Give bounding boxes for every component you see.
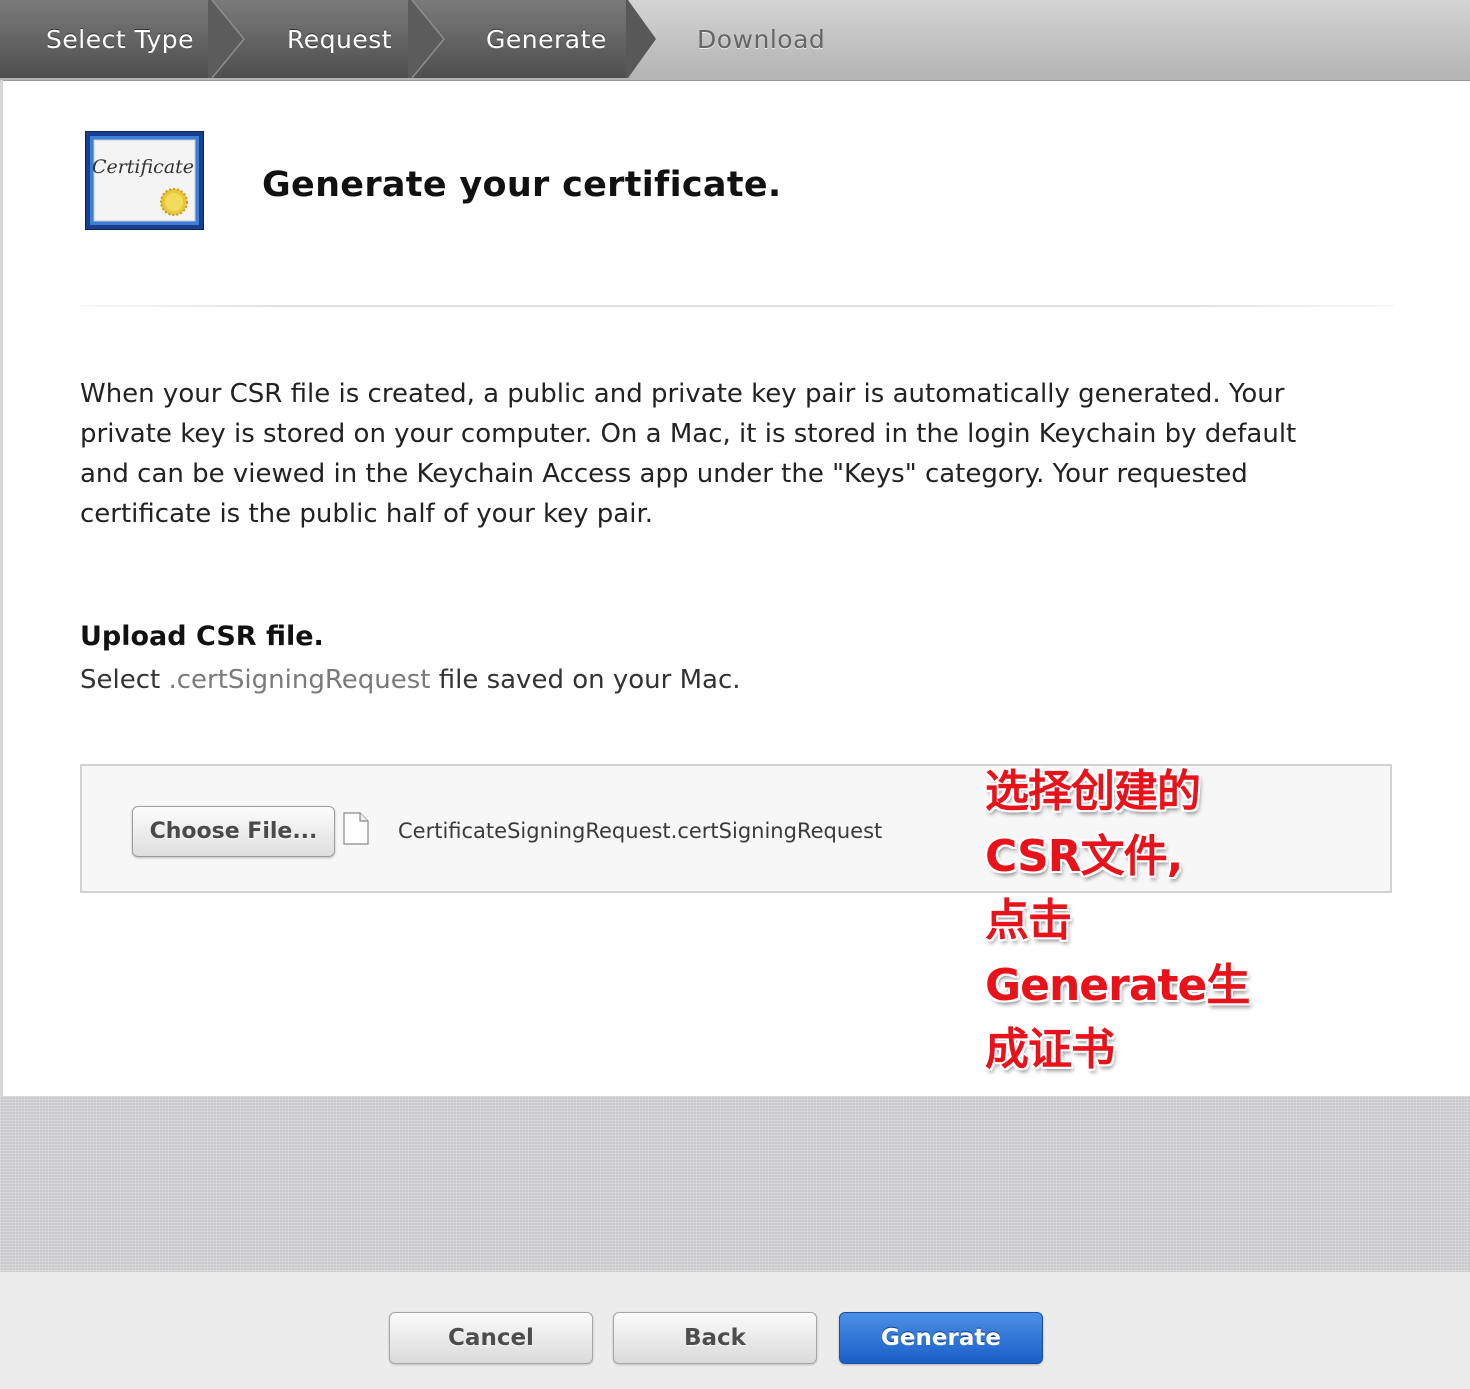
annotation-line: 成证书 — [985, 1024, 1115, 1075]
annotation-line: 点击 — [985, 895, 1072, 946]
step-chevron — [208, 0, 245, 79]
generate-button[interactable]: Generate — [839, 1312, 1043, 1364]
step-download: Download — [697, 0, 825, 78]
content-border — [0, 80, 3, 1096]
upload-heading: Upload CSR file. — [80, 621, 324, 652]
step-chevron — [408, 0, 445, 79]
upload-sub-suffix: file saved on your Mac. — [438, 665, 741, 695]
annotation-line: Generate生 — [985, 959, 1250, 1011]
step-label: Download — [697, 24, 826, 54]
annotation-line: 选择创建的 — [985, 766, 1201, 817]
document-icon — [343, 812, 369, 845]
page-title: Generate your certificate. — [262, 165, 782, 205]
upload-sub-extension: .certSigningRequest — [168, 665, 431, 695]
step-label: Generate — [486, 24, 607, 54]
upload-instructions: Select .certSigningRequest file saved on… — [80, 665, 741, 695]
annotation-line: CSR文件, — [985, 830, 1183, 882]
cancel-button[interactable]: Cancel — [389, 1312, 593, 1364]
step-label: Select Type — [46, 24, 194, 54]
selected-file-name: CertificateSigningRequest.certSigningReq… — [398, 819, 883, 843]
back-button[interactable]: Back — [613, 1312, 817, 1364]
step-chevron-active — [626, 0, 656, 78]
step-label: Request — [287, 24, 393, 54]
choose-file-button[interactable]: Choose File... — [132, 806, 335, 857]
linen-background-panel — [0, 1096, 1470, 1271]
wizard-step-bar: Select Type Request Generate Download — [0, 0, 1470, 81]
annotation-overlay: 选择创建的 CSR文件, 点击 Generate生 成证书 — [985, 760, 1250, 1083]
certificate-icon: Certificate — [85, 131, 204, 230]
certificate-icon-text: Certificate — [92, 156, 194, 178]
section-divider — [80, 305, 1394, 307]
step-select-type: Select Type — [0, 0, 210, 78]
description-text: When your CSR file is created, a public … — [80, 379, 1297, 529]
upload-sub-prefix: Select — [80, 665, 161, 695]
